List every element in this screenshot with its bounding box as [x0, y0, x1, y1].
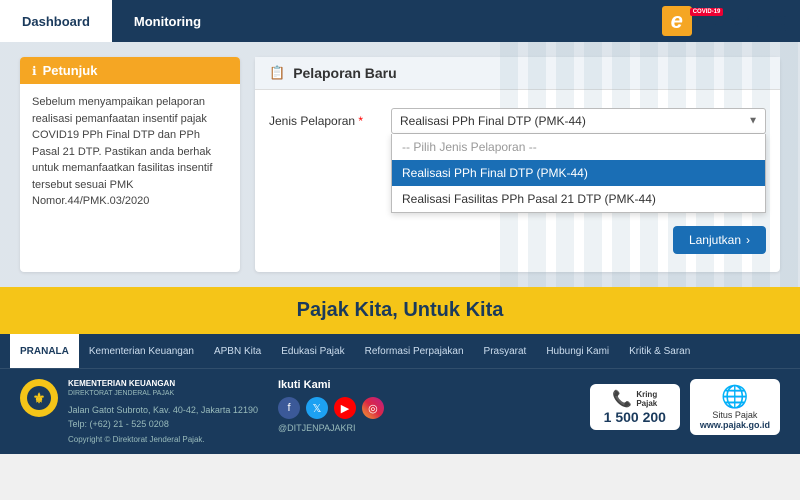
nav-monitoring[interactable]: Monitoring [112, 0, 223, 42]
select-wrapper: -- Pilih Jenis Pelaporan -- Realisasi PP… [391, 108, 766, 134]
footer-nav-reformasi[interactable]: Reformasi Perpajakan [355, 334, 474, 368]
situs-pajak-badge: 🌐 Situs Pajak www.pajak.go.id [690, 379, 780, 435]
facebook-icon[interactable]: f [278, 397, 300, 419]
footer-nav-edukasi[interactable]: Edukasi Pajak [271, 334, 354, 368]
lanjutkan-label: Lanjutkan [689, 233, 741, 247]
footer-social-area: Ikuti Kami f 𝕏 ▶ ◎ @DITJENPAJAKRI [278, 379, 398, 433]
footer-nav-prasyarat[interactable]: Prasyarat [474, 334, 537, 368]
dropdown-menu: -- Pilih Jenis Pelaporan -- Realisasi PP… [391, 134, 766, 213]
arrow-right-icon: › [746, 233, 750, 247]
header-nav: Dashboard Monitoring [0, 0, 223, 42]
footer-nav-hubungi[interactable]: Hubungi Kami [536, 334, 619, 368]
social-icons: f 𝕏 ▶ ◎ [278, 397, 398, 419]
pajak-label: Pajak [636, 399, 657, 408]
kring-top: 📞 Kring Pajak [612, 389, 657, 409]
footer-nav-apbn[interactable]: APBN Kita [204, 334, 271, 368]
kring-number: 1 500 200 [604, 409, 666, 425]
document-icon: 📋 [269, 65, 285, 81]
petunjuk-header: ℹ Petunjuk [20, 57, 240, 84]
situs-label: Situs Pajak [712, 410, 757, 420]
phone-icon: 📞 [612, 389, 632, 409]
dropdown-item-pasal21[interactable]: Realisasi Fasilitas PPh Pasal 21 DTP (PM… [392, 186, 765, 212]
instagram-icon[interactable]: ◎ [362, 397, 384, 419]
footer-nav: PRANALA Kementerian Keuangan APBN Kita E… [0, 334, 800, 368]
youtube-icon[interactable]: ▶ [334, 397, 356, 419]
content-row: ℹ Petunjuk Sebelum menyampaikan pelapora… [20, 57, 780, 272]
svg-text:⚜: ⚜ [33, 390, 46, 406]
situs-url: www.pajak.go.id [700, 420, 770, 430]
footer-right: 📞 Kring Pajak 1 500 200 🌐 Situs Pajak ww… [590, 379, 780, 435]
pelaporan-header: 📋 Pelaporan Baru [255, 57, 780, 90]
footer-copyright: Copyright © Direktorat Jenderal Pajak. [68, 435, 258, 444]
footer-logo-text: KEMENTERIAN KEUANGAN DIREKTORAT JENDERAL… [68, 379, 258, 444]
pelaporan-body: Jenis Pelaporan * -- Pilih Jenis Pelapor… [255, 90, 780, 272]
footer-nav-kritik[interactable]: Kritik & Saran [619, 334, 700, 368]
required-marker: * [358, 114, 363, 128]
footer-bottom: ⚜ KEMENTERIAN KEUANGAN DIREKTORAT JENDER… [0, 368, 800, 454]
pelaporan-card: 📋 Pelaporan Baru Jenis Pelaporan * -- Pi… [255, 57, 780, 272]
jenis-select[interactable]: -- Pilih Jenis Pelaporan -- Realisasi PP… [391, 108, 766, 134]
footer-social-title: Ikuti Kami [278, 379, 398, 391]
jenis-label: Jenis Pelaporan * [269, 108, 379, 128]
footer-address: Jalan Gatot Subroto, Kav. 40-42, Jakarta… [68, 404, 258, 431]
twitter-icon[interactable]: 𝕏 [306, 397, 328, 419]
petunjuk-card: ℹ Petunjuk Sebelum menyampaikan pelapora… [20, 57, 240, 272]
header: Dashboard Monitoring e COVID-19 reportin… [0, 0, 800, 42]
footer-directorate-name: DIREKTORAT JENDERAL PAJAK [68, 389, 258, 398]
footer-ministry-name: KEMENTERIAN KEUANGAN [68, 379, 258, 389]
dropdown-item-placeholder[interactable]: -- Pilih Jenis Pelaporan -- [392, 134, 765, 160]
petunjuk-body: Sebelum menyampaikan pelaporan realisasi… [20, 84, 240, 220]
footer-logo-area: ⚜ KEMENTERIAN KEUANGAN DIREKTORAT JENDER… [20, 379, 258, 444]
kring-label: Kring [636, 390, 657, 399]
main-content: ℹ Petunjuk Sebelum menyampaikan pelapora… [0, 42, 800, 287]
footer-social-handle: @DITJENPAJAKRI [278, 423, 398, 433]
kring-pajak-badge: 📞 Kring Pajak 1 500 200 [590, 384, 680, 430]
pelaporan-title: Pelaporan Baru [293, 65, 396, 81]
form-row-jenis: Jenis Pelaporan * -- Pilih Jenis Pelapor… [269, 108, 766, 134]
footer-nav-pranala[interactable]: PRANALA [10, 334, 79, 368]
globe-icon: 🌐 [721, 384, 748, 410]
dropdown-item-pph-final[interactable]: Realisasi PPh Final DTP (PMK-44) [392, 160, 765, 186]
nav-dashboard[interactable]: Dashboard [0, 0, 112, 42]
footer-logo-icon: ⚜ [20, 379, 58, 417]
info-icon: ℹ [32, 64, 37, 78]
logo-covid-badge: COVID-19 [690, 8, 724, 16]
logo-wrapper: e COVID-19 reporting [662, 6, 790, 36]
yellow-banner: Pajak Kita, Untuk Kita [0, 287, 800, 334]
footer-nav-kemenkeu[interactable]: Kementerian Keuangan [79, 334, 204, 368]
garuda-icon: ⚜ [26, 385, 52, 411]
logo-e-letter: e [662, 6, 692, 36]
lanjutkan-button[interactable]: Lanjutkan › [673, 226, 766, 254]
petunjuk-title: Petunjuk [43, 63, 98, 78]
logo-area: e COVID-19 reporting [662, 6, 800, 36]
